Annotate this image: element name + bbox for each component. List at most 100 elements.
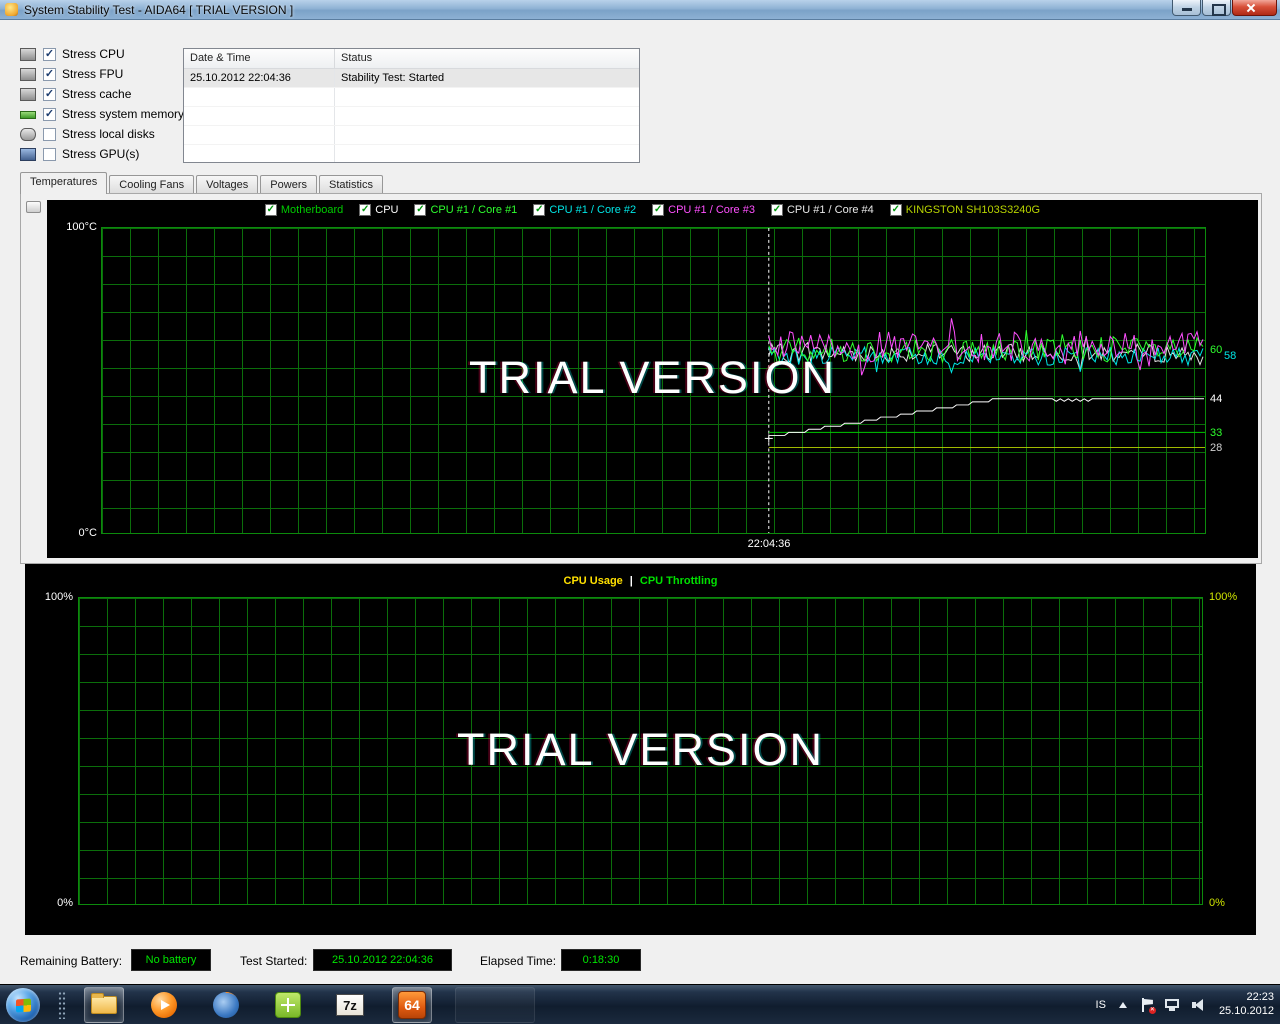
fpu-icon xyxy=(20,68,36,81)
log-cell xyxy=(334,107,639,125)
log-cell xyxy=(334,88,639,106)
usage-left-max-label: 100% xyxy=(33,591,73,603)
flag-cloth xyxy=(1144,999,1153,1005)
firefox-taskbar-button[interactable] xyxy=(206,987,246,1023)
stress-option-row[interactable]: Stress local disks xyxy=(20,126,184,142)
ghost-taskbar-button[interactable] xyxy=(455,987,535,1023)
legend-checkbox[interactable]: ✓ xyxy=(359,204,371,216)
y-axis-min-label: 0°C xyxy=(51,527,97,539)
legend-checkbox[interactable]: ✓ xyxy=(652,204,664,216)
legend-checkbox[interactable]: ✓ xyxy=(265,204,277,216)
log-cell-datetime: 25.10.2012 22:04:36 xyxy=(184,69,334,87)
stress-options-list: ✓Stress CPU✓Stress FPU✓Stress cache✓Stre… xyxy=(20,46,184,166)
log-row-empty xyxy=(184,145,639,163)
stress-checkbox[interactable] xyxy=(43,128,56,141)
minimize-button[interactable] xyxy=(1172,0,1201,16)
legend-item[interactable]: ✓Motherboard xyxy=(265,204,343,216)
network-status-icon[interactable] xyxy=(1165,999,1181,1012)
usage-right-min-label: 0% xyxy=(1209,897,1225,909)
legend-label: CPU #1 / Core #3 xyxy=(668,204,755,216)
green-app-taskbar-button[interactable] xyxy=(268,987,308,1023)
close-button[interactable] xyxy=(1232,0,1277,16)
stress-option-row[interactable]: ✓Stress system memory xyxy=(20,106,184,122)
log-cell xyxy=(184,88,334,106)
taskbar: 7z 64 IS ✕ 22:23 25.10.2012 xyxy=(0,984,1280,1024)
legend-item[interactable]: ✓ CPU xyxy=(359,204,398,216)
legend-item[interactable]: ✓ CPU #1 / Core #3 xyxy=(652,204,755,216)
aida64-icon: 64 xyxy=(398,991,426,1019)
temp-value-label: 58 xyxy=(1224,350,1254,362)
scale-slider[interactable] xyxy=(26,200,42,556)
legend-checkbox[interactable]: ✓ xyxy=(771,204,783,216)
elapsed-time-label: Elapsed Time: xyxy=(480,954,556,968)
volume-icon[interactable] xyxy=(1192,999,1208,1011)
stress-checkbox[interactable]: ✓ xyxy=(43,68,56,81)
media-player-taskbar-button[interactable] xyxy=(144,987,184,1023)
legend-item[interactable]: ✓CPU #1 / Core #1 xyxy=(414,204,517,216)
stress-option-label: Stress cache xyxy=(62,87,131,101)
clock-date: 25.10.2012 xyxy=(1219,1005,1274,1019)
alert-badge-icon: ✕ xyxy=(1149,1007,1156,1014)
start-button[interactable] xyxy=(6,988,40,1022)
trial-watermark: TRIAL VERSION xyxy=(25,724,1256,776)
tab-cooling-fans[interactable]: Cooling Fans xyxy=(109,175,194,194)
stress-option-label: Stress FPU xyxy=(62,67,123,81)
stress-checkbox[interactable]: ✓ xyxy=(43,48,56,61)
legend-item[interactable]: ✓ CPU #1 / Core #2 xyxy=(533,204,636,216)
tab-statistics[interactable]: Statistics xyxy=(319,175,383,194)
usage-header-label: CPU Throttling xyxy=(640,575,718,587)
media-player-icon xyxy=(151,992,177,1018)
temp-value-label: 28 xyxy=(1210,442,1240,454)
stress-checkbox[interactable]: ✓ xyxy=(43,88,56,101)
graph-tabs: TemperaturesCooling FansVoltagesPowersSt… xyxy=(20,172,385,194)
tab-temperatures[interactable]: Temperatures xyxy=(20,172,107,194)
folder-icon xyxy=(91,996,117,1014)
cpu-usage-chart: CPU Usage|CPU Throttling 100% 0% 100% 0%… xyxy=(25,564,1256,935)
legend-checkbox[interactable]: ✓ xyxy=(414,204,426,216)
test-started-label: Test Started: xyxy=(240,954,307,968)
stress-option-row[interactable]: ✓ Stress FPU xyxy=(20,66,184,82)
maximize-button[interactable] xyxy=(1202,0,1231,16)
log-cell xyxy=(184,145,334,163)
legend-checkbox[interactable]: ✓ xyxy=(533,204,545,216)
trial-watermark: TRIAL VERSION xyxy=(47,352,1258,404)
temperature-trace xyxy=(769,399,1204,436)
action-center-flag-icon[interactable]: ✕ xyxy=(1140,998,1154,1012)
legend-item[interactable]: ✓ KINGSTON SH103S3240G xyxy=(890,204,1040,216)
aida64-app-icon xyxy=(5,3,18,16)
volume-cone xyxy=(1195,999,1203,1011)
legend-label: KINGSTON SH103S3240G xyxy=(906,204,1040,216)
stress-option-label: Stress GPU(s) xyxy=(62,147,139,161)
taskbar-clock[interactable]: 22:23 25.10.2012 xyxy=(1219,991,1274,1019)
window-title: System Stability Test - AIDA64 [ TRIAL V… xyxy=(24,3,293,17)
stress-option-label: Stress local disks xyxy=(62,127,155,141)
legend-item[interactable]: ✓ CPU #1 / Core #4 xyxy=(771,204,874,216)
memory-icon xyxy=(20,111,36,119)
legend-label: CPU #1 / Core #2 xyxy=(549,204,636,216)
network-screen xyxy=(1165,999,1179,1008)
time-marker-label: 22:04:36 xyxy=(719,538,819,550)
tab-voltages[interactable]: Voltages xyxy=(196,175,258,194)
explorer-taskbar-button[interactable] xyxy=(84,987,124,1023)
language-indicator[interactable]: IS xyxy=(1096,999,1106,1011)
tab-powers[interactable]: Powers xyxy=(260,175,317,194)
stress-checkbox[interactable] xyxy=(43,148,56,161)
legend-label: CPU xyxy=(375,204,398,216)
legend-checkbox[interactable]: ✓ xyxy=(890,204,902,216)
scale-slider-thumb[interactable] xyxy=(26,201,41,213)
stress-option-row[interactable]: ✓Stress CPU xyxy=(20,46,184,62)
log-row[interactable]: 25.10.2012 22:04:36Stability Test: Start… xyxy=(184,69,639,88)
aida64-taskbar-button[interactable]: 64 xyxy=(392,987,432,1023)
stress-option-row[interactable]: ✓ Stress cache xyxy=(20,86,184,102)
cache-icon xyxy=(20,88,36,101)
usage-header-label: | xyxy=(630,575,633,587)
stress-checkbox[interactable]: ✓ xyxy=(43,108,56,121)
legend-label: CPU #1 / Core #4 xyxy=(787,204,874,216)
log-row-empty xyxy=(184,88,639,107)
tray-expand-icon[interactable] xyxy=(1117,999,1129,1011)
temperature-chart: ✓Motherboard✓CPU✓CPU #1 / Core #1✓CPU #1… xyxy=(47,200,1258,558)
sevenzip-taskbar-button[interactable]: 7z xyxy=(330,987,370,1023)
log-cell xyxy=(184,107,334,125)
stress-option-row[interactable]: Stress GPU(s) xyxy=(20,146,184,162)
status-bar: Remaining Battery: No battery Test Start… xyxy=(0,935,1280,984)
